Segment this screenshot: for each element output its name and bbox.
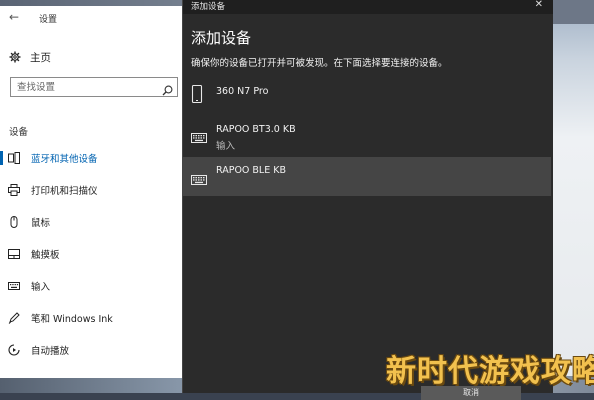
nav-item-label: 笔和 Windows Ink: [31, 314, 113, 325]
settings-window: ← 设置 主页 设备 蓝牙和其他设备 打印机和扫描仪 鼠标: [0, 6, 183, 378]
close-icon[interactable]: ✕: [535, 0, 543, 10]
device-item-keyboard-bt[interactable]: RAPOO BT3.0 KB 输入: [183, 118, 551, 154]
section-label-devices: 设备: [9, 127, 29, 138]
nav-item-label: 自动播放: [31, 346, 70, 357]
device-item-keyboard-ble[interactable]: RAPOO BLE KB: [183, 157, 551, 196]
search-icon[interactable]: [162, 81, 173, 100]
nav-item-label: 打印机和扫描仪: [31, 186, 98, 197]
touchpad-icon: [8, 248, 20, 260]
desktop-background-hill: [552, 0, 594, 24]
nav-item-bluetooth[interactable]: 蓝牙和其他设备: [0, 148, 182, 168]
home-label: 主页: [30, 51, 51, 64]
bluetooth-devices-icon: [8, 152, 20, 164]
nav-item-pen[interactable]: 笔和 Windows Ink: [0, 308, 182, 328]
dialog-instruction: 确保你的设备已打开并可被发现。在下面选择要连接的设备。: [191, 58, 448, 69]
autoplay-icon: [8, 344, 20, 356]
nav-item-typing[interactable]: 输入: [0, 276, 182, 296]
nav-item-mouse[interactable]: 鼠标: [0, 212, 182, 232]
desktop-background-right: [552, 0, 594, 393]
active-indicator: [0, 151, 3, 165]
keyboard-icon: [8, 280, 20, 292]
dialog-heading: 添加设备: [191, 29, 252, 47]
printer-icon: [8, 184, 20, 196]
settings-search-box[interactable]: [10, 77, 178, 97]
settings-title: 设置: [39, 15, 58, 25]
device-name: RAPOO BLE KB: [216, 165, 286, 176]
device-name: RAPOO BT3.0 KB: [216, 124, 296, 135]
device-category: 输入: [216, 141, 236, 152]
nav-item-label: 鼠标: [31, 218, 51, 229]
search-input[interactable]: [11, 80, 169, 94]
nav-item-label: 输入: [31, 282, 51, 293]
pen-icon: [8, 312, 20, 324]
add-device-dialog: 添加设备 ✕ 添加设备 确保你的设备已打开并可被发现。在下面选择要连接的设备。 …: [182, 0, 553, 400]
keyboard-icon: [191, 128, 207, 147]
nav-item-label: 蓝牙和其他设备: [31, 154, 98, 165]
phone-icon: [191, 84, 203, 107]
device-item-phone[interactable]: 360 N7 Pro: [183, 80, 551, 110]
keyboard-icon: [191, 170, 207, 189]
dialog-titlebar: 添加设备 ✕: [183, 0, 553, 14]
nav-item-printers[interactable]: 打印机和扫描仪: [0, 180, 182, 200]
dialog-window-title: 添加设备: [191, 2, 226, 12]
watermark-text: 新时代游戏攻略: [386, 354, 594, 389]
nav-item-autoplay[interactable]: 自动播放: [0, 340, 182, 360]
back-arrow-icon[interactable]: ←: [9, 10, 19, 24]
nav-item-label: 触摸板: [31, 250, 60, 261]
home-nav-item[interactable]: 主页: [8, 48, 51, 66]
nav-item-touchpad[interactable]: 触摸板: [0, 244, 182, 264]
device-name: 360 N7 Pro: [216, 86, 269, 97]
gear-icon: [8, 51, 22, 63]
mouse-icon: [8, 216, 20, 228]
settings-titlebar: ← 设置: [0, 6, 182, 30]
